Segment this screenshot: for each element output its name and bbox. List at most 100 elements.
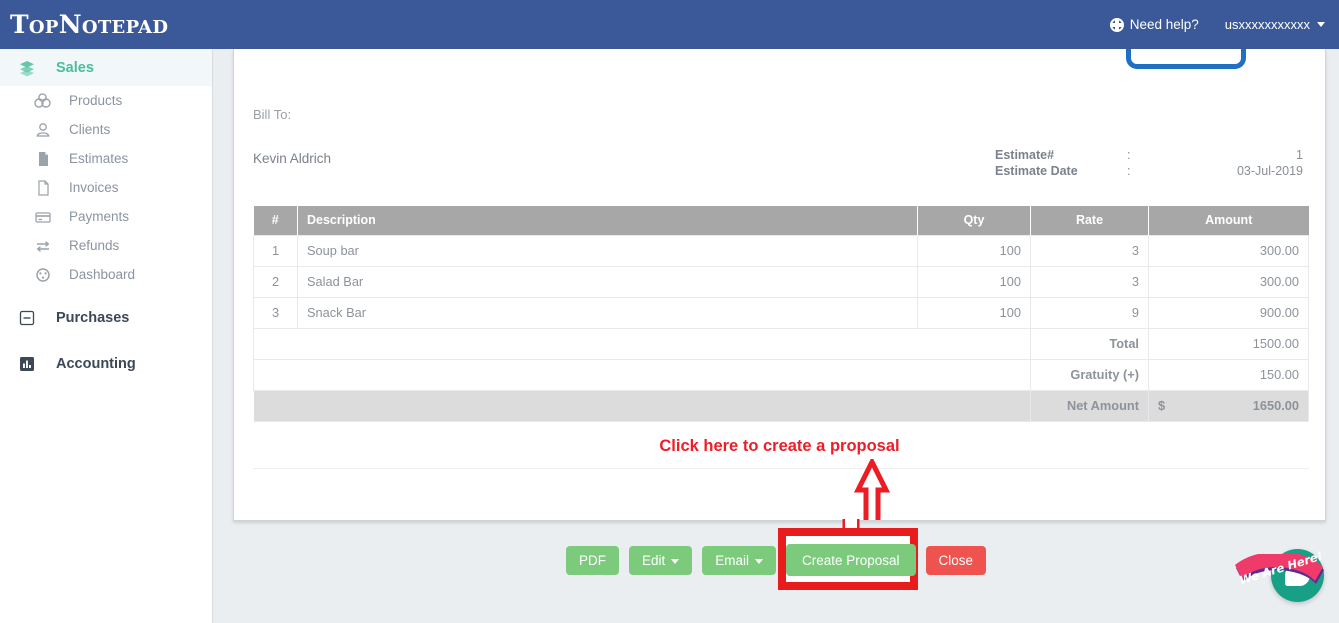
close-button[interactable]: Close (925, 545, 987, 575)
cell-amount: 300.00 (1148, 234, 1309, 267)
header-right-group: Need help? usxxxxxxxxxxx (1109, 17, 1325, 32)
create-proposal-wrapper: Create Proposal (785, 544, 916, 576)
col-header-number: # (253, 206, 298, 235)
life-ring-icon (1109, 17, 1124, 32)
net-amount-currency: $ (1158, 398, 1166, 413)
sidebar-group-accounting[interactable]: Accounting (0, 346, 212, 382)
action-button-bar: PDF Edit Email Create Proposal Close (213, 544, 1339, 576)
sidebar-item-payments-label: Payments (69, 209, 130, 224)
cell-description: Soup bar (297, 234, 918, 267)
sidebar-group-purchases[interactable]: Purchases (0, 300, 212, 336)
chat-bubble-icon (1285, 565, 1310, 586)
exchange-icon (34, 237, 52, 255)
totals-spacer (253, 327, 1031, 360)
sidebar-item-invoices[interactable]: Invoices (0, 173, 212, 202)
cell-description: Salad Bar (297, 265, 918, 298)
sidebar-item-estimates[interactable]: Estimates (0, 144, 212, 173)
col-header-description: Description (297, 206, 918, 235)
sidebar-item-dashboard[interactable]: Dashboard (0, 260, 212, 289)
cell-qty: 100 (917, 234, 1031, 267)
line-items-body: 1 Soup bar 100 3 300.00 2 Salad Bar 100 … (253, 234, 1309, 422)
cell-qty: 100 (917, 265, 1031, 298)
need-help-button[interactable]: Need help? (1109, 17, 1199, 32)
net-amount-value: 1650.00 (1252, 398, 1299, 413)
sidebar-item-products[interactable]: Products (0, 86, 212, 115)
sidebar-group-sales[interactable]: Sales (0, 49, 212, 86)
sidebar-group-purchases-label: Purchases (56, 310, 130, 326)
estimate-document-card: Bill To: Kevin Aldrich Estimate# : 1 Est… (233, 49, 1326, 521)
table-row: 3 Snack Bar 100 9 900.00 (253, 296, 1309, 329)
cell-number: 2 (253, 265, 298, 298)
estimate-date-label: Estimate Date (995, 164, 1078, 178)
create-proposal-button-label: Create Proposal (801, 552, 900, 568)
totals-row-net-amount: Net Amount $ 1650.00 (253, 389, 1309, 422)
bar-chart-icon (18, 355, 36, 373)
need-help-label: Need help? (1129, 17, 1199, 32)
chat-widget-button[interactable] (1271, 549, 1324, 602)
meta-row-estimate-date: Estimate Date : 03-Jul-2019 (995, 163, 1303, 179)
estimate-date-separator: : (1127, 164, 1131, 178)
sidebar-item-refunds[interactable]: Refunds (0, 231, 212, 260)
totals-row-gratuity: Gratuity (+) 150.00 (253, 358, 1309, 391)
meta-row-estimate-number: Estimate# : 1 (995, 147, 1303, 163)
create-proposal-button[interactable]: Create Proposal (785, 544, 916, 576)
email-button[interactable]: Email (702, 545, 776, 575)
sidebar-item-products-label: Products (69, 93, 123, 108)
cell-rate: 3 (1030, 265, 1149, 298)
cell-rate: 3 (1030, 234, 1149, 267)
estimate-meta: Estimate# : 1 Estimate Date : 03-Jul-201… (995, 147, 1303, 179)
col-header-amount: Amount (1148, 206, 1309, 235)
sidebar-item-clients-label: Clients (69, 122, 111, 137)
table-row: 1 Soup bar 100 3 300.00 (253, 234, 1309, 267)
table-header-row: # Description Qty Rate Amount (253, 206, 1309, 235)
sidebar-group-accounting-label: Accounting (56, 356, 136, 372)
estimate-number-label: Estimate# (995, 148, 1055, 162)
pdf-button-label: PDF (578, 552, 606, 568)
gratuity-value: 150.00 (1148, 358, 1309, 391)
col-header-qty: Qty (917, 206, 1031, 235)
close-button-label: Close (938, 552, 974, 568)
cell-number: 1 (253, 234, 298, 267)
minus-square-icon (18, 309, 36, 327)
total-label: Total (1030, 327, 1149, 360)
net-amount-cell: $ 1650.00 (1148, 389, 1309, 422)
net-amount-label: Net Amount (1030, 389, 1149, 422)
bill-to-label: Bill To: (253, 107, 292, 122)
app-logo[interactable]: TopNotepad (10, 10, 168, 39)
annotation-text: Click here to create a proposal (659, 437, 900, 455)
edit-button[interactable]: Edit (628, 545, 693, 575)
gauge-icon (34, 266, 52, 284)
sidebar-item-clients[interactable]: Clients (0, 115, 212, 144)
estimate-number-value: 1 (1296, 148, 1303, 162)
total-value: 1500.00 (1148, 327, 1309, 360)
user-menu[interactable]: usxxxxxxxxxxx (1225, 17, 1325, 32)
sidebar-item-dashboard-label: Dashboard (69, 267, 136, 282)
sidebar: Sales Products Clients Estimates Invoice… (0, 49, 213, 623)
client-name: Kevin Aldrich (253, 151, 332, 166)
edit-button-label: Edit (641, 552, 666, 568)
sidebar-item-payments[interactable]: Payments (0, 202, 212, 231)
estimate-number-separator: : (1127, 148, 1131, 162)
chevron-down-icon (1317, 22, 1325, 27)
file-filled-icon (34, 150, 52, 168)
cell-number: 3 (253, 296, 298, 329)
pdf-button[interactable]: PDF (565, 545, 619, 575)
main-content: Bill To: Kevin Aldrich Estimate# : 1 Est… (213, 49, 1339, 623)
line-items-table: # Description Qty Rate Amount 1 Soup bar… (253, 206, 1309, 422)
top-header-bar: TopNotepad Need help? usxxxxxxxxxxx (0, 0, 1339, 49)
username-label: usxxxxxxxxxxx (1224, 17, 1310, 32)
line-items-head: # Description Qty Rate Amount (253, 206, 1309, 235)
section-divider (253, 468, 1309, 469)
sidebar-item-refunds-label: Refunds (69, 238, 120, 253)
estimate-date-value: 03-Jul-2019 (1236, 164, 1303, 178)
sidebar-item-estimates-label: Estimates (69, 151, 129, 166)
chevron-down-icon (671, 558, 680, 564)
totals-spacer (253, 358, 1031, 391)
sidebar-group-sales-label: Sales (56, 59, 94, 76)
gratuity-label: Gratuity (+) (1030, 358, 1149, 391)
totals-row-total: Total 1500.00 (253, 327, 1309, 360)
layers-icon (18, 59, 36, 77)
credit-card-icon (34, 208, 52, 226)
document-top-badge (1126, 49, 1246, 69)
chevron-down-icon (754, 558, 763, 564)
